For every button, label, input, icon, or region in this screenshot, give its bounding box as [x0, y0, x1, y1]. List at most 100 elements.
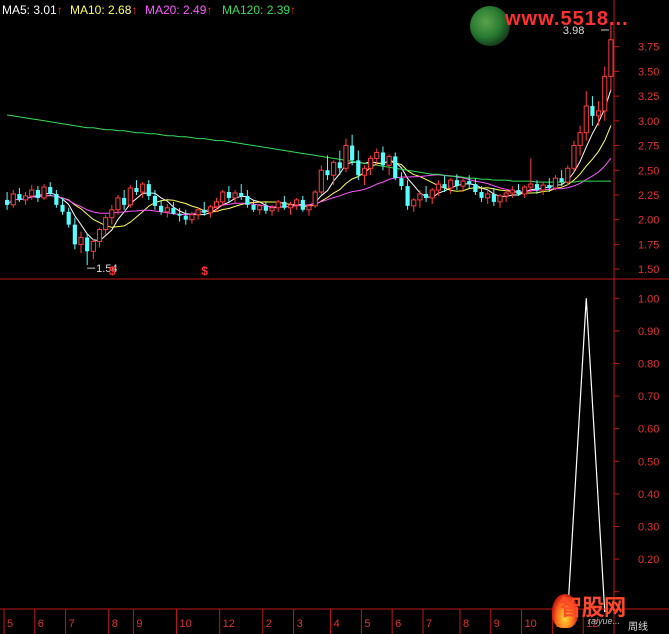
candle	[134, 180, 139, 195]
candle	[608, 23, 614, 92]
candle-body	[263, 205, 268, 211]
candle	[183, 209, 188, 225]
candle-body	[232, 192, 238, 199]
candle-body	[90, 240, 96, 252]
site-logo-icon	[470, 6, 510, 46]
candle	[41, 184, 47, 200]
up-arrow-icon: ↑	[56, 3, 63, 17]
candle	[491, 188, 496, 206]
candle	[294, 197, 300, 210]
candle-body	[220, 191, 226, 203]
candle	[140, 182, 146, 198]
candle	[90, 239, 96, 260]
candle	[485, 190, 491, 204]
candle	[503, 190, 509, 202]
candle-body	[306, 205, 312, 211]
candle	[361, 165, 368, 186]
candle	[48, 182, 53, 196]
candle	[540, 182, 546, 195]
candle-body	[183, 215, 188, 220]
candle	[571, 140, 577, 173]
candle-body	[608, 39, 614, 77]
candle	[590, 96, 595, 126]
candle-body	[146, 184, 151, 196]
candle-body	[356, 160, 361, 176]
candle-body	[287, 204, 294, 209]
candle-body	[72, 224, 77, 245]
candle-body	[115, 197, 121, 211]
candle-body	[467, 181, 472, 185]
candle-body	[177, 213, 182, 216]
x-tick-label: 3	[297, 618, 303, 630]
candle-body	[140, 183, 146, 193]
candle	[423, 186, 429, 202]
candle-body	[497, 195, 503, 203]
x-tick-label: 5	[364, 618, 370, 630]
candle	[522, 185, 528, 198]
candle-body	[473, 184, 478, 192]
up-arrow-icon: ↑	[131, 3, 138, 17]
candle	[417, 190, 423, 208]
x-tick-label: 10	[180, 618, 192, 630]
candle-body	[602, 75, 608, 112]
watermark-url: www.5518...	[505, 8, 629, 30]
candle-body	[312, 191, 318, 207]
candle-body	[103, 217, 109, 231]
legend-ma5-label: MA5: 3.01	[2, 3, 57, 17]
candle-body	[66, 211, 71, 225]
x-tick-label: 12	[223, 618, 235, 630]
candle	[300, 195, 305, 212]
candle	[583, 91, 589, 141]
candle	[85, 233, 90, 266]
candle-body	[127, 187, 133, 206]
x-tick-label: 9	[136, 618, 142, 630]
candle-body	[559, 178, 564, 183]
candle-body	[109, 209, 115, 219]
candle-body	[380, 152, 386, 166]
candle	[239, 184, 244, 200]
candle	[127, 185, 133, 208]
candle-body	[509, 189, 515, 194]
candle-body	[325, 170, 330, 176]
candle	[448, 178, 454, 194]
price-tick-label: 3.75	[638, 42, 659, 54]
indicator-tick-label: 0.20	[638, 554, 659, 566]
candle	[251, 199, 256, 212]
candle-body	[96, 229, 103, 242]
candle	[171, 201, 176, 215]
candle-body	[417, 193, 423, 201]
candle	[159, 199, 164, 215]
price-tick-label: 2.25	[638, 190, 659, 202]
candle-body	[399, 178, 404, 187]
candle	[103, 214, 109, 235]
candle	[10, 190, 16, 208]
candle	[263, 201, 268, 214]
candle	[411, 197, 417, 212]
candle-body	[590, 106, 595, 116]
candle-body	[442, 184, 447, 189]
candle-body	[152, 195, 158, 206]
candle-body	[491, 193, 496, 202]
candle-body	[479, 192, 484, 198]
candle	[282, 195, 287, 210]
candle-body	[528, 183, 534, 188]
watermark-subtext: raiyue...	[588, 616, 621, 626]
candle-body	[257, 205, 263, 211]
candle-body	[522, 186, 528, 195]
candle-body	[5, 199, 10, 205]
indicator-spike-line	[567, 298, 606, 613]
candle	[405, 180, 410, 210]
candle	[22, 192, 29, 205]
series-line-ma120	[7, 114, 611, 183]
candle	[497, 193, 503, 208]
candle-body	[17, 193, 22, 200]
x-tick-label: 4	[334, 618, 340, 630]
candle-body	[331, 161, 337, 176]
x-tick-label: 8	[112, 618, 118, 630]
candle	[552, 175, 559, 191]
price-tick-label: 2.00	[638, 215, 659, 227]
candle-body	[282, 201, 287, 208]
candle-body	[134, 188, 139, 192]
candle	[318, 165, 324, 195]
candle-body	[411, 199, 417, 207]
